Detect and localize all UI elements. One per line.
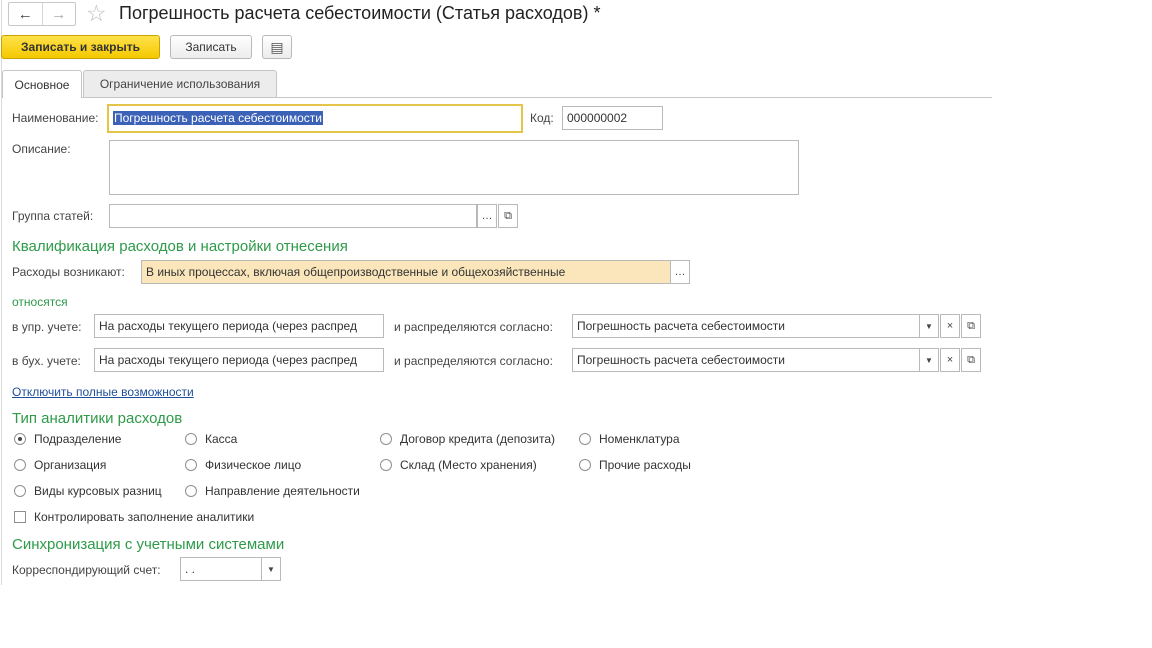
- radio-option[interactable]: Подразделение: [14, 432, 121, 446]
- clear-icon[interactable]: ×: [940, 314, 960, 338]
- radio-option[interactable]: Прочие расходы: [579, 458, 691, 472]
- name-label: Наименование:: [12, 111, 99, 125]
- relates-label: относятся: [12, 295, 68, 309]
- radio-label: Договор кредита (депозита): [400, 432, 555, 446]
- radio-option[interactable]: Направление деятельности: [185, 484, 360, 498]
- radio-icon[interactable]: [579, 459, 591, 471]
- radio-icon[interactable]: [14, 485, 26, 497]
- forward-arrow-icon[interactable]: →: [41, 3, 76, 25]
- disable-full-features-link[interactable]: Отключить полные возможности: [12, 385, 194, 399]
- navigation-buttons: ← →: [8, 2, 76, 26]
- save-and-close-button[interactable]: Записать и закрыть: [1, 35, 160, 59]
- open-icon[interactable]: ⧉: [961, 314, 981, 338]
- radio-icon[interactable]: [14, 459, 26, 471]
- select-ellipsis-icon[interactable]: …: [477, 204, 497, 228]
- radio-label: Организация: [34, 458, 107, 472]
- group-label: Группа статей:: [12, 209, 94, 223]
- radio-label: Виды курсовых разниц: [34, 484, 162, 498]
- radio-icon[interactable]: [185, 459, 197, 471]
- select-ellipsis-icon[interactable]: …: [670, 260, 690, 284]
- checkbox-icon[interactable]: [14, 511, 26, 523]
- back-arrow-icon[interactable]: ←: [9, 3, 42, 25]
- radio-option[interactable]: Номенклатура: [579, 432, 680, 446]
- radio-option[interactable]: Организация: [14, 458, 106, 472]
- checkbox-label: Контролировать заполнение аналитики: [34, 510, 255, 524]
- radio-icon[interactable]: [380, 433, 392, 445]
- analytics-heading: Тип аналитики расходов: [12, 410, 183, 427]
- code-label: Код:: [530, 111, 554, 125]
- radio-label: Прочие расходы: [599, 458, 691, 472]
- fin-accounting-input[interactable]: На расходы текущего периода (через распр…: [94, 348, 384, 372]
- name-input-selected-text: Погрешность расчета себестоимости: [113, 111, 323, 125]
- occur-label: Расходы возникают:: [12, 265, 125, 279]
- radio-option[interactable]: Виды курсовых разниц: [14, 484, 162, 498]
- radio-label: Физическое лицо: [205, 458, 302, 472]
- mgmt-distribution-label: и распределяются согласно:: [394, 320, 553, 334]
- group-input[interactable]: [109, 204, 477, 228]
- control-analytics-checkbox[interactable]: Контролировать заполнение аналитики: [14, 510, 254, 524]
- dropdown-arrow-icon[interactable]: ▼: [919, 348, 939, 372]
- save-button[interactable]: Записать: [170, 35, 252, 59]
- radio-icon[interactable]: [185, 433, 197, 445]
- tab-underline: [2, 97, 992, 98]
- page-title: Погрешность расчета себестоимости (Стать…: [119, 3, 601, 23]
- mgmt-distribution-input[interactable]: Погрешность расчета себестоимости: [572, 314, 920, 338]
- radio-label: Склад (Место хранения): [400, 458, 537, 472]
- account-input[interactable]: . .: [180, 557, 262, 581]
- dropdown-arrow-icon[interactable]: ▼: [261, 557, 281, 581]
- clear-icon[interactable]: ×: [940, 348, 960, 372]
- fin-distribution-label: и распределяются согласно:: [394, 354, 553, 368]
- star-icon[interactable]: ☆: [86, 1, 107, 25]
- account-label: Корреспондирующий счет:: [12, 563, 161, 577]
- radio-selected-icon[interactable]: [14, 433, 26, 445]
- radio-label: Номенклатура: [599, 432, 680, 446]
- radio-option[interactable]: Касса: [185, 432, 237, 446]
- radio-icon[interactable]: [579, 433, 591, 445]
- radio-icon[interactable]: [185, 485, 197, 497]
- tab-main[interactable]: Основное: [2, 70, 82, 98]
- radio-label: Касса: [205, 432, 238, 446]
- mgmt-accounting-input[interactable]: На расходы текущего периода (через распр…: [94, 314, 384, 338]
- dropdown-arrow-icon[interactable]: ▼: [919, 314, 939, 338]
- description-textarea[interactable]: [109, 140, 799, 195]
- radio-label: Направление деятельности: [205, 484, 360, 498]
- code-input[interactable]: 000000002: [562, 106, 663, 130]
- sync-heading: Синхронизация с учетными системами: [12, 536, 285, 553]
- radio-icon[interactable]: [380, 459, 392, 471]
- radio-option[interactable]: Склад (Место хранения): [380, 458, 537, 472]
- mgmt-accounting-label: в упр. учете:: [12, 320, 82, 334]
- open-icon[interactable]: ⧉: [961, 348, 981, 372]
- qualification-heading: Квалификация расходов и настройки отнесе…: [12, 238, 348, 255]
- radio-label: Подразделение: [34, 432, 122, 446]
- name-input[interactable]: Погрешность расчета себестоимости: [107, 104, 523, 133]
- open-icon[interactable]: ⧉: [498, 204, 518, 228]
- radio-option[interactable]: Договор кредита (депозита): [380, 432, 555, 446]
- fin-distribution-input[interactable]: Погрешность расчета себестоимости: [572, 348, 920, 372]
- description-label: Описание:: [12, 142, 71, 156]
- tab-usage-restriction[interactable]: Ограничение использования: [83, 70, 277, 97]
- fin-accounting-label: в бух. учете:: [12, 354, 81, 368]
- document-list-icon[interactable]: ▤: [262, 35, 292, 59]
- occur-input[interactable]: В иных процессах, включая общепроизводст…: [141, 260, 671, 284]
- radio-option[interactable]: Физическое лицо: [185, 458, 301, 472]
